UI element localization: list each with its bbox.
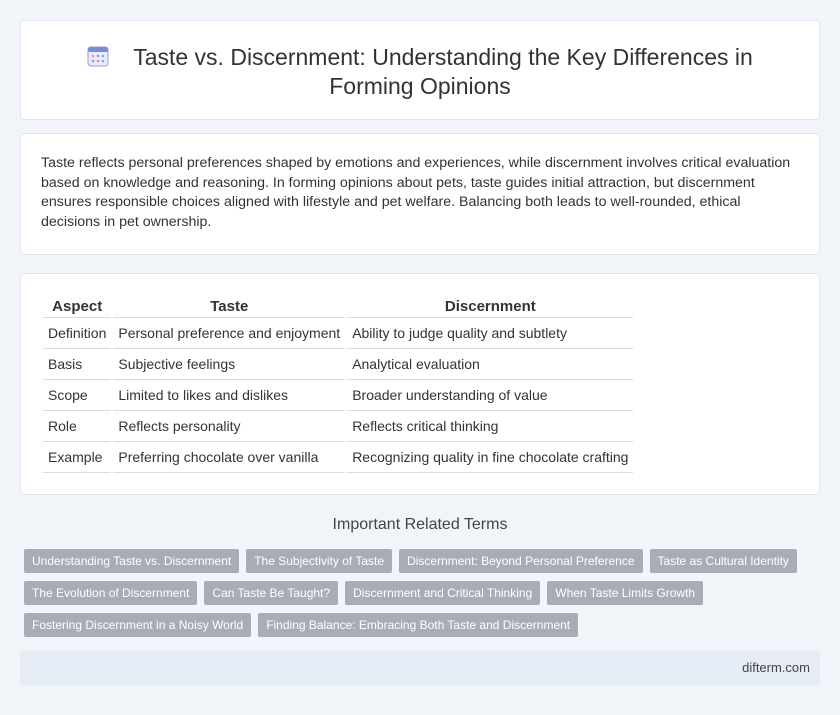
header-taste: Taste (113, 296, 346, 318)
tag-link[interactable]: The Evolution of Discernment (24, 581, 198, 605)
tag-link[interactable]: The Subjectivity of Taste (246, 549, 393, 573)
tag-row: The Evolution of Discernment Can Taste B… (24, 581, 814, 605)
tag-row: Understanding Taste vs. Discernment The … (24, 549, 814, 573)
cell-aspect: Definition (43, 318, 112, 349)
tag-link[interactable]: Fostering Discernment in a Noisy World (24, 613, 252, 637)
tag-link[interactable]: Can Taste Be Taught? (204, 581, 339, 605)
cell-aspect: Role (43, 411, 112, 442)
cell-discernment: Analytical evaluation (347, 349, 634, 380)
table-row: Example Preferring chocolate over vanill… (43, 442, 634, 473)
cell-taste: Subjective feelings (113, 349, 346, 380)
cell-taste: Preferring chocolate over vanilla (113, 442, 346, 473)
table-row: Role Reflects personality Reflects criti… (43, 411, 634, 442)
tag-link[interactable]: Finding Balance: Embracing Both Taste an… (258, 613, 579, 637)
header-aspect: Aspect (43, 296, 112, 318)
cell-taste: Reflects personality (113, 411, 346, 442)
tag-link[interactable]: When Taste Limits Growth (547, 581, 704, 605)
table-header-row: Aspect Taste Discernment (43, 296, 634, 318)
cell-aspect: Scope (43, 380, 112, 411)
table-row: Scope Limited to likes and dislikes Broa… (43, 380, 634, 411)
intro-paragraph: Taste reflects personal preferences shap… (41, 155, 791, 230)
related-terms-tags: Understanding Taste vs. Discernment The … (24, 549, 814, 645)
footer: difterm.com (20, 651, 820, 685)
table-row: Definition Personal preference and enjoy… (43, 318, 634, 349)
page-title: Taste vs. Discernment: Understanding the… (133, 44, 753, 99)
calendar-icon (87, 45, 109, 67)
tag-row: Fostering Discernment in a Noisy World F… (24, 613, 814, 637)
intro-card: Taste reflects personal preferences shap… (20, 133, 820, 255)
comparison-table: Aspect Taste Discernment Definition Pers… (41, 296, 635, 473)
tag-link[interactable]: Discernment: Beyond Personal Preference (399, 549, 643, 573)
tag-link[interactable]: Taste as Cultural Identity (649, 549, 797, 573)
comparison-card: Aspect Taste Discernment Definition Pers… (20, 273, 820, 495)
footer-site-link[interactable]: difterm.com (742, 660, 810, 675)
cell-discernment: Ability to judge quality and subtlety (347, 318, 634, 349)
header-discernment: Discernment (347, 296, 634, 318)
related-terms-heading: Important Related Terms (332, 516, 508, 533)
cell-aspect: Basis (43, 349, 112, 380)
tag-link[interactable]: Understanding Taste vs. Discernment (24, 549, 240, 573)
cell-aspect: Example (43, 442, 112, 473)
tag-link[interactable]: Discernment and Critical Thinking (345, 581, 541, 605)
page-title-wrap: Taste vs. Discernment: Understanding the… (21, 43, 819, 101)
title-card: Taste vs. Discernment: Understanding the… (20, 20, 820, 120)
cell-discernment: Reflects critical thinking (347, 411, 634, 442)
cell-taste: Limited to likes and dislikes (113, 380, 346, 411)
cell-discernment: Broader understanding of value (347, 380, 634, 411)
cell-discernment: Recognizing quality in fine chocolate cr… (347, 442, 634, 473)
cell-taste: Personal preference and enjoyment (113, 318, 346, 349)
table-row: Basis Subjective feelings Analytical eva… (43, 349, 634, 380)
